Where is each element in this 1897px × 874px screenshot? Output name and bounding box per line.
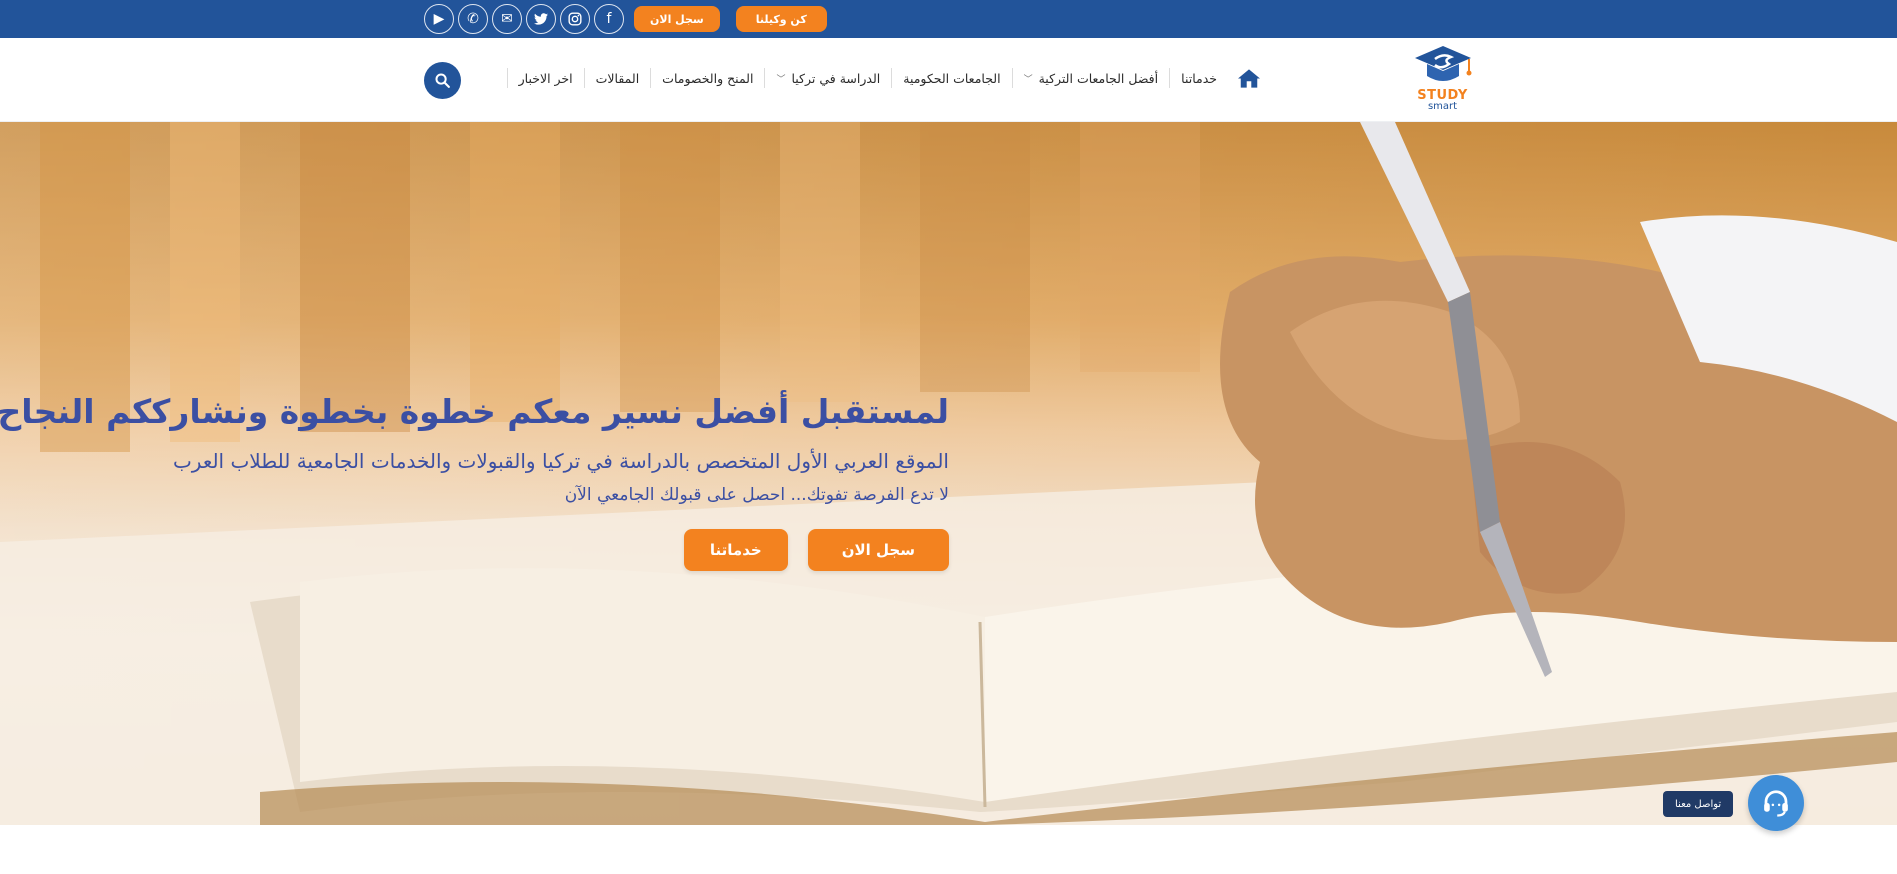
logo-smart-text: smart [1427, 101, 1458, 112]
chevron-down-icon: ﹀ [1023, 74, 1033, 85]
hero-tagline: لا تدع الفرصة تفوتك... احصل على قبولك ال… [564, 485, 949, 505]
phone-icon[interactable]: ✆ [458, 4, 488, 34]
nav-item-public-universities[interactable]: الجامعات الحكومية [891, 68, 1011, 88]
social-links: ▶ ✆ ✉ f [424, 4, 624, 34]
nav-item-services[interactable]: خدماتنا [1169, 68, 1228, 88]
hero-section: لمستقبل أفضل نسير معكم خطوة بخطوة ونشارك… [0, 122, 1897, 825]
main-nav: خدماتنا أفضل الجامعات التركية ﹀ الجامعات … [506, 68, 1260, 88]
twitter-icon[interactable] [526, 4, 556, 34]
nav-item-best-turkish-universities[interactable]: أفضل الجامعات التركية ﹀ [1011, 68, 1170, 88]
hero-subtitle: الموقع العربي الأول المتخصص بالدراسة في … [172, 449, 949, 473]
site-logo[interactable]: STUDY smart [1410, 44, 1475, 118]
chat-support-button[interactable] [1748, 775, 1804, 831]
hero-services-button[interactable]: خدماتنا [683, 529, 788, 571]
top-bar: ▶ ✆ ✉ f سجل الان كن وكيلنا [0, 0, 1897, 38]
search-button[interactable] [424, 62, 461, 99]
graduation-cap-logo-icon [1414, 46, 1471, 81]
top-register-button[interactable]: سجل الان [634, 6, 720, 32]
hero-content: لمستقبل أفضل نسير معكم خطوة بخطوة ونشارك… [0, 392, 949, 571]
hero-buttons: سجل الان خدماتنا [49, 529, 949, 571]
hero-register-button[interactable]: سجل الان [807, 529, 949, 571]
nav-item-study-in-turkey[interactable]: الدراسة في تركيا ﹀ [764, 68, 891, 88]
main-header: خدماتنا أفضل الجامعات التركية ﹀ الجامعات … [0, 38, 1897, 122]
youtube-icon[interactable]: ▶ [424, 4, 454, 34]
hero-title: لمستقبل أفضل نسير معكم خطوة بخطوة ونشارك… [0, 392, 949, 431]
become-agent-button[interactable]: كن وكيلنا [735, 6, 827, 32]
nav-item-scholarships[interactable]: المنح والخصومات [650, 68, 764, 88]
email-icon[interactable]: ✉ [492, 4, 522, 34]
home-icon [1238, 68, 1260, 88]
nav-item-articles[interactable]: المقالات [583, 68, 651, 88]
nav-item-latest-news[interactable]: اخر الاخبار [506, 68, 584, 88]
headset-icon [1764, 790, 1788, 817]
instagram-icon[interactable] [560, 4, 590, 34]
facebook-icon[interactable]: f [594, 4, 624, 34]
contact-us-label[interactable]: تواصل معنا [1663, 791, 1734, 817]
top-bar-content: ▶ ✆ ✉ f سجل الان كن وكيلنا [424, 0, 827, 38]
chevron-down-icon: ﹀ [776, 74, 786, 85]
search-icon [435, 73, 450, 88]
nav-home[interactable] [1228, 68, 1260, 88]
